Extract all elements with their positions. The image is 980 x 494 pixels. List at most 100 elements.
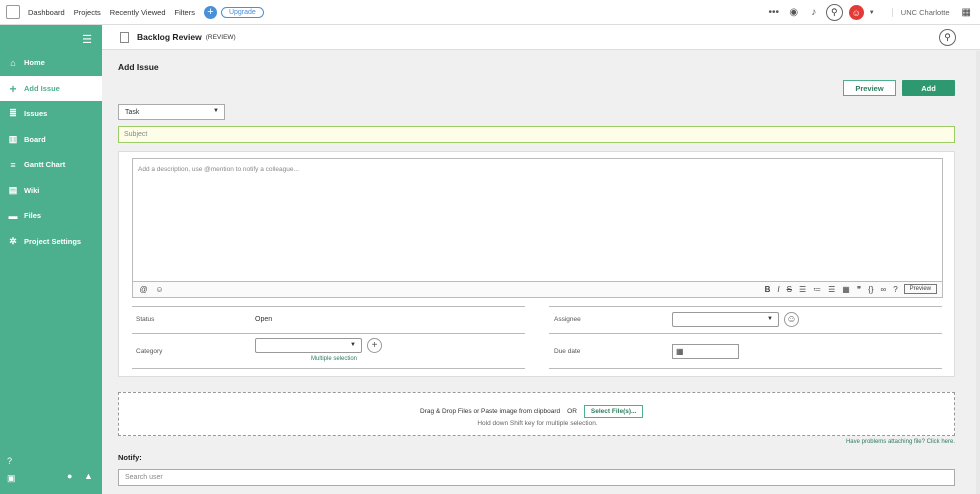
org-name[interactable]: UNC Charlotte	[891, 8, 950, 17]
top-bar: Dashboard Projects Recently Viewed Filte…	[0, 0, 980, 25]
due-date-input[interactable]: ▦	[672, 344, 739, 359]
issue-details-panel: Add a description, use @mention to notif…	[118, 151, 955, 377]
preview-button[interactable]: Preview	[843, 80, 896, 96]
page-title: Add Issue	[118, 62, 159, 72]
description-placeholder: Add a description, use @mention to notif…	[138, 166, 299, 173]
sidebar-item-files[interactable]: ▬ Files	[0, 203, 102, 228]
wiki-icon: ▤	[8, 185, 18, 195]
attachment-help-link[interactable]: Have problems attaching file? Click here…	[846, 439, 955, 445]
subject-placeholder: Subject	[124, 131, 148, 138]
file-dropzone[interactable]: Drag & Drop Files or Paste image from cl…	[118, 392, 955, 436]
watch-eye-icon[interactable]: ◉	[786, 7, 802, 18]
search-user-placeholder: Search user	[125, 474, 163, 481]
divider	[549, 306, 942, 307]
project-search-icon[interactable]: ⚲	[939, 29, 956, 46]
bell-icon[interactable]: ♪	[806, 7, 822, 18]
divider	[132, 306, 525, 307]
assign-to-me-icon[interactable]: ☺	[784, 312, 799, 327]
calendar-icon: ▦	[676, 347, 684, 356]
sidebar-item-label: Add Issue	[24, 84, 60, 93]
global-search-icon[interactable]: ⚲	[825, 4, 843, 21]
dropzone-text: Drag & Drop Files or Paste image from cl…	[420, 408, 561, 415]
android-icon[interactable]: ▲	[84, 471, 93, 481]
add-button[interactable]: Add	[902, 80, 955, 96]
chevron-down-icon: ▼	[213, 108, 219, 114]
assignee-label: Assignee	[554, 316, 581, 323]
list-icon: ≣	[9, 108, 17, 118]
divider	[132, 333, 525, 334]
sidebar-item-wiki[interactable]: ▤ Wiki	[0, 178, 102, 203]
editor-preview-button[interactable]: Preview	[903, 284, 937, 294]
scrollbar[interactable]	[976, 51, 980, 494]
sidebar-item-label: Board	[24, 135, 46, 144]
chat-icon[interactable]: ▣	[7, 473, 16, 484]
help-icon[interactable]: ?	[893, 285, 897, 294]
chevron-down-icon[interactable]: ▼	[864, 10, 880, 16]
top-nav: Dashboard Projects Recently Viewed Filte…	[28, 5, 264, 19]
mention-icon[interactable]: @	[138, 285, 149, 294]
status-label: Status	[136, 316, 155, 323]
app-logo-icon[interactable]	[6, 5, 20, 19]
notify-label: Notify:	[118, 453, 142, 462]
quote-icon[interactable]: ❞	[857, 285, 861, 294]
sidebar-item-gantt-chart[interactable]: ≡ Gantt Chart	[0, 152, 102, 177]
category-label: Category	[136, 348, 163, 355]
select-files-button[interactable]: Select File(s)...	[583, 405, 644, 418]
help-icon[interactable]: ?	[7, 456, 12, 466]
editor-toolbar: @ ☺ B I S ☰ ≔ ☰ ▦ ❞ {} ∞ ? Preview	[132, 282, 943, 298]
gantt-icon: ≡	[10, 159, 16, 170]
plus-icon: +	[9, 81, 17, 96]
dropzone-hint: Hold down Shift key for multiple selecti…	[477, 420, 598, 427]
dropzone-row: Drag & Drop Files or Paste image from cl…	[420, 405, 644, 418]
code-icon[interactable]: {}	[868, 285, 873, 294]
italic-icon[interactable]: I	[777, 285, 779, 294]
divider	[549, 368, 942, 369]
folder-icon: ▬	[8, 210, 18, 221]
board-icon: ▥	[8, 134, 18, 144]
numbered-list-icon[interactable]: ≔	[813, 285, 821, 294]
sidebar-item-add-issue[interactable]: + Add Issue	[0, 76, 102, 101]
project-icon	[120, 31, 129, 43]
divider	[549, 333, 942, 334]
divider	[132, 368, 525, 369]
strikethrough-icon[interactable]: S	[787, 285, 792, 294]
avatar[interactable]: ☺	[848, 5, 864, 20]
due-date-label: Due date	[554, 348, 581, 355]
category-select[interactable]: ▼	[255, 338, 362, 353]
link-icon[interactable]: ∞	[881, 285, 887, 294]
description-textarea[interactable]: Add a description, use @mention to notif…	[132, 158, 943, 282]
search-user-input[interactable]: Search user	[118, 469, 955, 486]
emoji-icon[interactable]: ☺	[154, 285, 165, 294]
apps-grid-icon[interactable]: ▦	[962, 7, 971, 18]
project-key: (REVIEW)	[205, 33, 236, 41]
chevron-down-icon: ▼	[350, 342, 356, 348]
checklist-icon[interactable]: ☰	[828, 285, 835, 294]
nav-recently-viewed[interactable]: Recently Viewed	[110, 8, 166, 17]
more-icon[interactable]: •••	[766, 7, 782, 18]
table-icon[interactable]: ▦	[842, 285, 850, 294]
sidebar-item-home[interactable]: ⌂ Home	[0, 50, 102, 75]
home-icon: ⌂	[10, 57, 16, 68]
nav-filters[interactable]: Filters	[175, 8, 195, 17]
status-value: Open	[255, 316, 273, 323]
bullet-list-icon[interactable]: ☰	[799, 285, 806, 294]
apple-icon[interactable]: ●	[67, 471, 72, 481]
subject-input[interactable]: Subject	[118, 126, 955, 143]
project-name[interactable]: Backlog Review	[137, 32, 202, 42]
nav-dashboard[interactable]: Dashboard	[28, 8, 65, 17]
nav-projects[interactable]: Projects	[74, 8, 101, 17]
upgrade-button[interactable]: Upgrade	[220, 6, 264, 18]
sidebar-item-issues[interactable]: ≣ Issues	[0, 101, 102, 126]
sidebar-item-label: Project Settings	[24, 237, 82, 246]
assignee-select[interactable]: ▼	[672, 312, 779, 327]
sidebar-item-board[interactable]: ▥ Board	[0, 127, 102, 152]
issue-type-value: Task	[125, 108, 140, 116]
sidebar: ☰ ⌂ Home + Add Issue ≣ Issues ▥ Board ≡ …	[0, 25, 102, 494]
hamburger-menu-icon[interactable]: ☰	[82, 33, 92, 46]
create-plus-icon[interactable]: +	[203, 5, 217, 19]
multiple-selection-link[interactable]: Multiple selection	[311, 356, 357, 362]
add-category-plus-icon[interactable]: +	[367, 338, 382, 353]
issue-type-select[interactable]: Task ▼	[118, 104, 225, 120]
bold-icon[interactable]: B	[765, 285, 771, 294]
sidebar-item-project-settings[interactable]: ✲ Project Settings	[0, 229, 102, 254]
